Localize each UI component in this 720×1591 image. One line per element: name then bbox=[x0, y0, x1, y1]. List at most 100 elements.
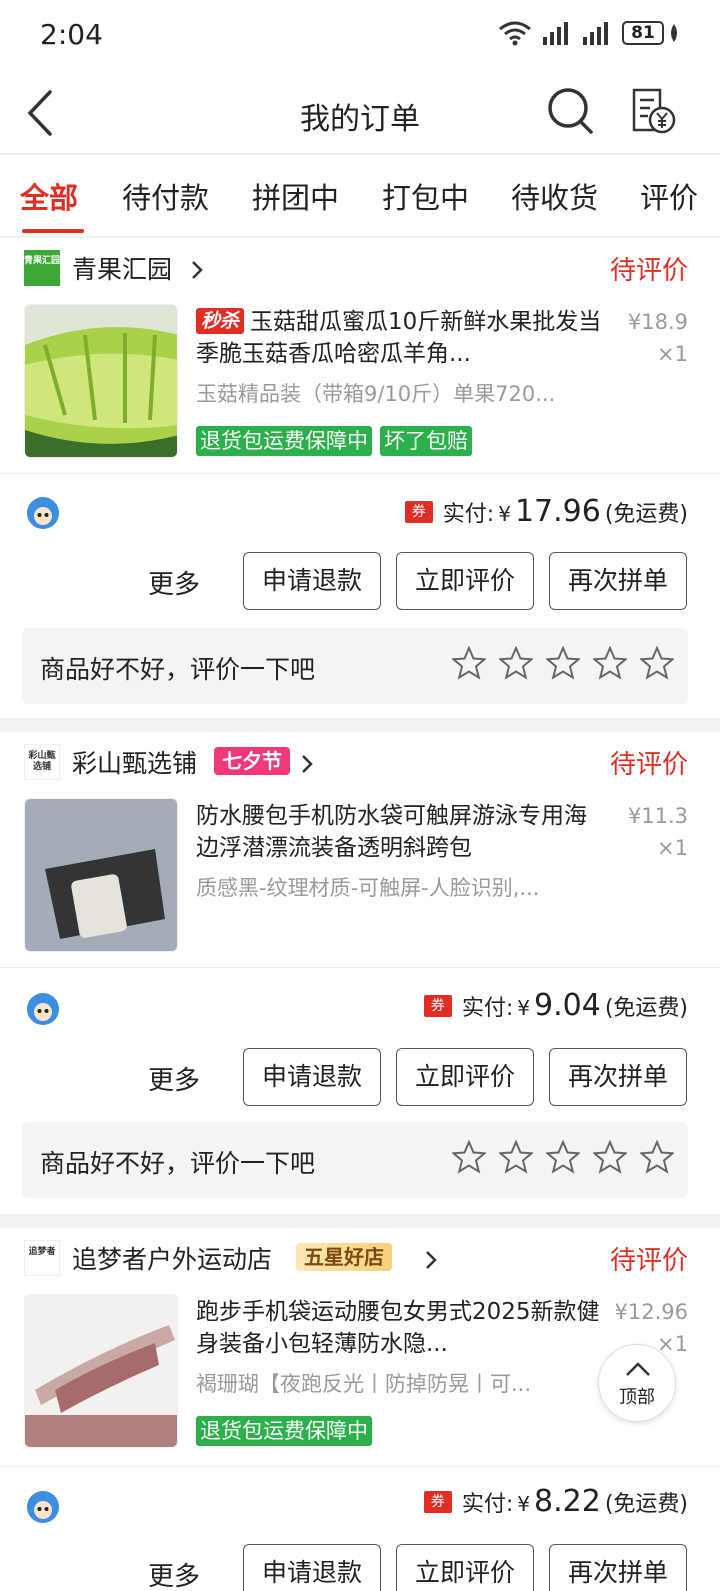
star-icon[interactable] bbox=[546, 1140, 580, 1174]
order-status: 待评价 bbox=[609, 256, 688, 286]
chevron-right-icon bbox=[302, 755, 313, 773]
star-icon[interactable] bbox=[593, 1140, 627, 1174]
star-rating[interactable] bbox=[452, 646, 674, 680]
product-title[interactable]: 跑步手机袋运动腰包女男式2025新款健身装备小包轻薄防水隐... bbox=[196, 1296, 606, 1360]
avatar bbox=[27, 993, 59, 1025]
status-time: 2:04 bbox=[40, 18, 103, 51]
active-tab-indicator bbox=[22, 229, 84, 233]
star-icon[interactable] bbox=[499, 1140, 533, 1174]
avatar bbox=[27, 1491, 59, 1523]
refund-button[interactable]: 申请退款 bbox=[243, 1544, 381, 1591]
product-price: ¥12.96 bbox=[614, 1300, 688, 1324]
product-sku: 玉菇精品装（带箱9/10斤）单果720... bbox=[196, 382, 556, 406]
shop-logo: 青果汇园 bbox=[24, 250, 60, 286]
free-shipping-label: (免运费) bbox=[604, 502, 688, 527]
tab-packing[interactable]: 打包中 bbox=[382, 175, 469, 217]
order-tabs: 全部 待付款 拼团中 打包中 待收货 评价 bbox=[0, 155, 720, 237]
star-icon[interactable] bbox=[640, 646, 674, 680]
more-button[interactable]: 更多 bbox=[148, 1060, 200, 1097]
service-tag: 坏了包赔 bbox=[380, 426, 472, 456]
back-to-top-label: 顶部 bbox=[619, 1387, 655, 1408]
refund-button[interactable]: 申请退款 bbox=[243, 552, 381, 610]
star-icon[interactable] bbox=[593, 646, 627, 680]
divider bbox=[0, 473, 720, 474]
tab-review[interactable]: 评价 bbox=[640, 175, 698, 217]
paid-amount-row: 券 实付: ¥ 8.22 (免运费) bbox=[423, 1484, 688, 1519]
review-now-button[interactable]: 立即评价 bbox=[396, 552, 534, 610]
review-prompt-text: 商品好不好，评价一下吧 bbox=[40, 1149, 316, 1178]
wifi-icon bbox=[499, 21, 531, 46]
star-icon[interactable] bbox=[452, 646, 486, 680]
more-button[interactable]: 更多 bbox=[148, 1556, 200, 1591]
bill-yen-icon[interactable] bbox=[628, 86, 678, 138]
paid-amount: 17.96 bbox=[514, 494, 601, 529]
free-shipping-label: (免运费) bbox=[604, 996, 688, 1021]
rebuy-button[interactable]: 再次拼单 bbox=[549, 552, 687, 610]
order-card: 彩山甄选铺 彩山甄选铺 七夕节 待评价 防水腰包手机防水袋可触屏游泳专用海边浮潜… bbox=[0, 732, 720, 1214]
tab-group-buying[interactable]: 拼团中 bbox=[252, 175, 339, 217]
review-now-button[interactable]: 立即评价 bbox=[396, 1544, 534, 1591]
refund-button[interactable]: 申请退款 bbox=[243, 1048, 381, 1106]
search-icon[interactable] bbox=[546, 86, 594, 136]
battery-level: 81 bbox=[622, 21, 664, 45]
rebuy-button[interactable]: 再次拼单 bbox=[549, 1048, 687, 1106]
star-icon[interactable] bbox=[452, 1140, 486, 1174]
signal-icon bbox=[543, 22, 568, 45]
product-price: ¥18.9 bbox=[627, 310, 688, 334]
divider bbox=[0, 967, 720, 968]
star-icon[interactable] bbox=[546, 646, 580, 680]
more-button[interactable]: 更多 bbox=[148, 564, 200, 601]
paid-amount: 8.22 bbox=[534, 1484, 601, 1519]
battery-indicator: 81 bbox=[622, 21, 680, 45]
paid-label: 实付: bbox=[461, 1492, 514, 1517]
back-to-top-button[interactable]: 顶部 bbox=[598, 1344, 676, 1422]
status-bar: 2:04 81 bbox=[0, 0, 720, 72]
product-title[interactable]: 防水腰包手机防水袋可触屏游泳专用海边浮潜漂流装备透明斜跨包 bbox=[196, 800, 606, 864]
product-image-running-belt[interactable] bbox=[24, 1294, 178, 1448]
service-tag: 退货包运费保障中 bbox=[196, 426, 372, 456]
product-image-waterproof-bag[interactable] bbox=[24, 798, 178, 952]
paid-amount-row: 券 实付: ¥ 17.96 (免运费) bbox=[404, 494, 688, 529]
shop-promo-badge: 七夕节 bbox=[214, 747, 290, 775]
paid-amount: 9.04 bbox=[534, 988, 601, 1023]
coupon-badge: 券 bbox=[404, 500, 433, 523]
flash-sale-badge: 秒杀 bbox=[196, 308, 245, 334]
paid-label: 实付: bbox=[442, 502, 495, 527]
star-icon[interactable] bbox=[499, 646, 533, 680]
review-prompt-box[interactable]: 商品好不好，评价一下吧 bbox=[22, 628, 688, 704]
shop-name[interactable]: 追梦者户外运动店 bbox=[72, 1240, 272, 1276]
chevron-right-icon bbox=[426, 1251, 437, 1269]
product-image-melon[interactable] bbox=[24, 304, 178, 458]
tab-pending-receipt[interactable]: 待收货 bbox=[511, 175, 598, 217]
shop-logo: 彩山甄选铺 bbox=[24, 744, 60, 780]
star-icon[interactable] bbox=[640, 1140, 674, 1174]
review-now-button[interactable]: 立即评价 bbox=[396, 1048, 534, 1106]
paid-label: 实付: bbox=[461, 996, 514, 1021]
order-status: 待评价 bbox=[609, 1246, 688, 1276]
product-quantity: ×1 bbox=[657, 342, 688, 366]
product-sku: 质感黑-纹理材质-可触屏-人脸识别,... bbox=[196, 876, 540, 900]
currency-symbol: ¥ bbox=[517, 996, 531, 1020]
currency-symbol: ¥ bbox=[498, 502, 511, 526]
shop-logo: 追梦者 bbox=[24, 1240, 60, 1276]
shop-name[interactable]: 青果汇园 bbox=[72, 250, 172, 286]
chevron-right-icon bbox=[192, 261, 203, 279]
coupon-badge: 券 bbox=[423, 994, 452, 1017]
service-tags: 退货包运费保障中 bbox=[196, 1416, 372, 1446]
review-prompt-box[interactable]: 商品好不好，评价一下吧 bbox=[22, 1122, 688, 1198]
leaf-icon bbox=[671, 24, 677, 42]
tab-pending-payment[interactable]: 待付款 bbox=[122, 175, 209, 217]
star-rating[interactable] bbox=[452, 1140, 674, 1174]
product-sku: 褐珊瑚【夜跑反光丨防掉防晃丨可... bbox=[196, 1372, 532, 1396]
rebuy-button[interactable]: 再次拼单 bbox=[549, 1544, 687, 1591]
product-title-text: 玉菇甜瓜蜜瓜10斤新鲜水果批发当季脆玉菇香瓜哈密瓜羊角... bbox=[196, 309, 602, 367]
page-title: 我的订单 bbox=[300, 102, 420, 137]
shop-rating-badge: 五星好店 bbox=[296, 1243, 392, 1271]
divider bbox=[0, 1466, 720, 1467]
currency-symbol: ¥ bbox=[517, 1492, 531, 1516]
paid-amount-row: 券 实付: ¥ 9.04 (免运费) bbox=[423, 988, 688, 1023]
tab-all[interactable]: 全部 bbox=[20, 175, 78, 217]
chevron-up-icon bbox=[626, 1362, 650, 1376]
product-title[interactable]: 秒杀 玉菇甜瓜蜜瓜10斤新鲜水果批发当季脆玉菇香瓜哈密瓜羊角... bbox=[196, 306, 606, 370]
shop-name[interactable]: 彩山甄选铺 bbox=[72, 744, 197, 780]
